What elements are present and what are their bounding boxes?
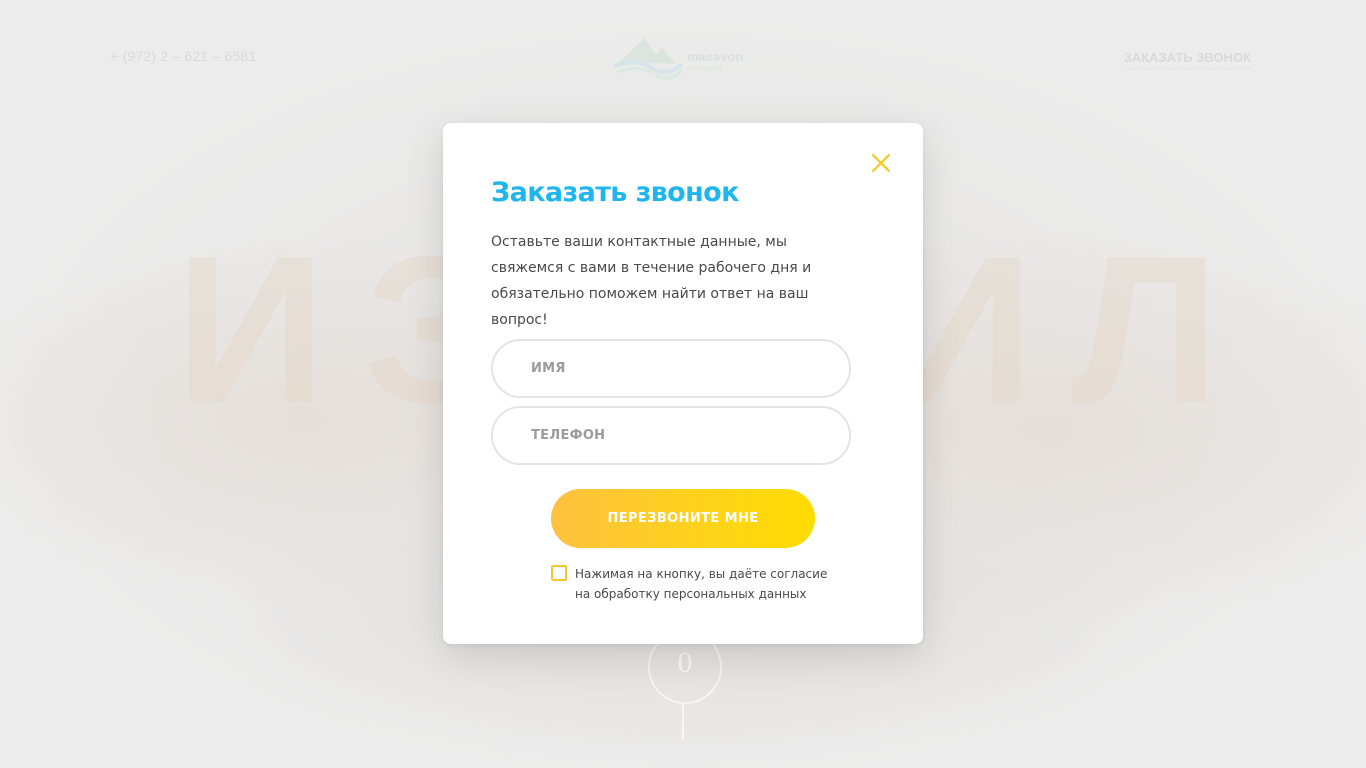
- name-input[interactable]: [491, 339, 851, 398]
- close-button[interactable]: [869, 151, 893, 175]
- scroll-circle-number: 0: [677, 646, 693, 679]
- site-logo: masavon travel agency: [612, 32, 762, 82]
- modal-description: Оставьте ваши контактные данные, мы свяж…: [491, 234, 812, 328]
- phone-input[interactable]: [491, 406, 851, 465]
- callback-modal: Заказать звонок Оставьте ваши контактные…: [443, 123, 923, 644]
- header-phone: + (972) 2 – 621 – 6581: [110, 48, 257, 64]
- call-me-button[interactable]: ПЕРЕЗВОНИТЕ МНЕ: [551, 489, 815, 548]
- scroll-line: [682, 704, 684, 740]
- consent-checkbox[interactable]: [551, 565, 567, 581]
- close-icon[interactable]: [869, 151, 893, 175]
- logo-tagline: travel agency: [687, 66, 723, 72]
- modal-title: Заказать звонок: [491, 177, 739, 208]
- consent-text: Нажимая на кнопку, вы даёте согласие на …: [575, 567, 828, 601]
- logo-name: masavon: [687, 49, 744, 64]
- logo-mark-icon: [613, 38, 684, 80]
- header-callback-link[interactable]: ЗАКАЗАТЬ ЗВОНОК: [1124, 50, 1251, 69]
